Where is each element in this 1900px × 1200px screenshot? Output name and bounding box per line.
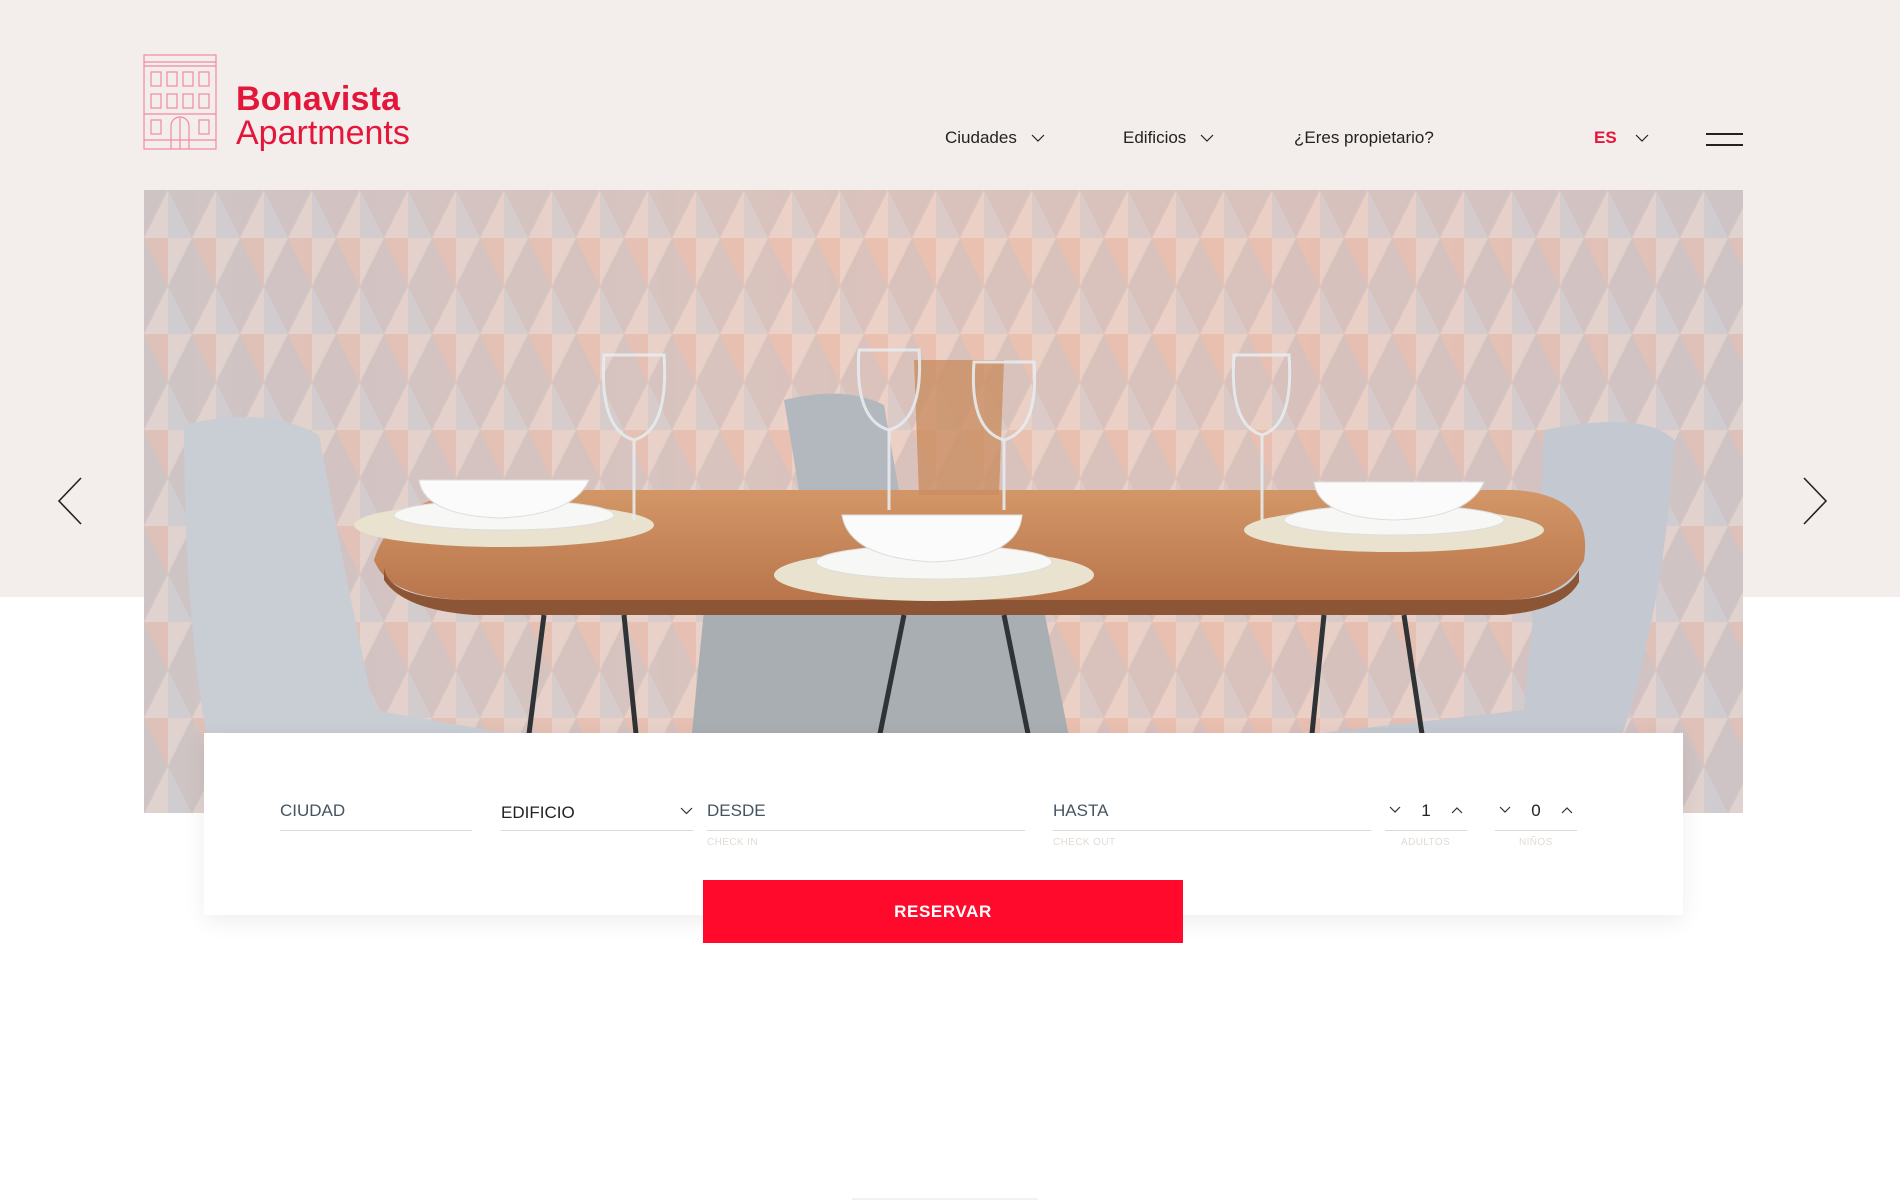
chevron-up-icon[interactable] [1450, 803, 1464, 817]
children-stepper: 0 [1495, 793, 1577, 831]
chevron-left-icon[interactable] [56, 476, 84, 526]
chevron-up-icon[interactable] [1560, 803, 1574, 817]
chevron-down-icon [1635, 134, 1649, 142]
reserve-button[interactable]: RESERVAR [703, 880, 1183, 943]
building-logo-icon [143, 54, 217, 150]
chevron-down-icon [680, 807, 693, 815]
brand-logo[interactable]: Bonavista Apartments [143, 54, 410, 150]
check-out-hint: CHECK OUT [1053, 837, 1116, 848]
nav-edificios-label: Edificios [1123, 128, 1187, 147]
language-selector[interactable]: ES [1594, 128, 1649, 148]
hero-image [144, 190, 1743, 813]
city-field [280, 793, 472, 831]
city-input[interactable] [280, 793, 472, 829]
check-out-input[interactable] [1053, 793, 1371, 829]
nav-edificios[interactable]: Edificios [1123, 128, 1214, 148]
hero-photo [144, 190, 1743, 813]
check-in-field [707, 793, 1025, 831]
check-in-hint: CHECK IN [707, 837, 758, 848]
chevron-down-icon [1200, 134, 1214, 142]
adults-hint: ADULTOS [1401, 837, 1451, 848]
building-select-value: EDIFICIO [501, 803, 575, 822]
brand-subtitle: Apartments [236, 114, 410, 152]
nav-ciudades-label: Ciudades [945, 128, 1017, 147]
check-in-input[interactable] [707, 793, 1025, 829]
building-select[interactable]: EDIFICIO [501, 793, 693, 831]
chevron-down-icon [1031, 134, 1045, 142]
language-label: ES [1594, 128, 1617, 147]
nav-owner-link[interactable]: ¿Eres propietario? [1294, 128, 1434, 148]
children-hint: NIÑOS [1519, 837, 1553, 848]
chevron-right-icon[interactable] [1801, 476, 1829, 526]
adults-stepper: 1 [1385, 793, 1467, 831]
nav-ciudades[interactable]: Ciudades [945, 128, 1045, 148]
nav-owner-label: ¿Eres propietario? [1294, 128, 1434, 147]
check-out-field [1053, 793, 1371, 831]
brand-name: Bonavista [236, 80, 401, 118]
hamburger-icon[interactable] [1706, 131, 1743, 149]
